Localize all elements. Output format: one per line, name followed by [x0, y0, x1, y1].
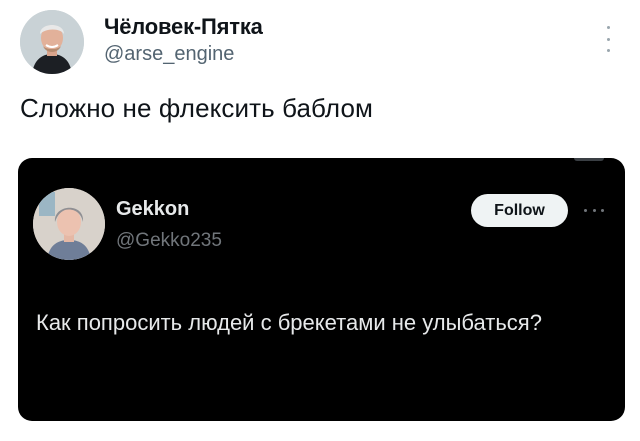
- more-horizontal-icon[interactable]: [584, 208, 604, 212]
- more-vertical-icon[interactable]: [603, 26, 613, 52]
- author-handle[interactable]: @arse_engine: [104, 43, 234, 66]
- embedded-author-display-name[interactable]: Gekkon: [116, 198, 189, 221]
- user-avatar-icon[interactable]: [33, 188, 105, 260]
- user-avatar-icon[interactable]: [20, 10, 84, 74]
- embed-top-edge: [574, 158, 604, 161]
- tweet-text: Сложно не флексить баблом: [20, 93, 373, 123]
- embedded-tweet-text: Как попросить людей с брекетами не улыба…: [36, 310, 542, 335]
- follow-button[interactable]: Follow: [471, 194, 568, 227]
- tweet-card: Чёловек-Пятка @arse_engine Сложно не фле…: [0, 0, 640, 441]
- author-display-name[interactable]: Чёловек-Пятка: [104, 14, 263, 40]
- embedded-tweet-screenshot: Gekkon @Gekko235 Follow Как попросить лю…: [18, 158, 625, 421]
- embedded-author-handle[interactable]: @Gekko235: [116, 230, 222, 252]
